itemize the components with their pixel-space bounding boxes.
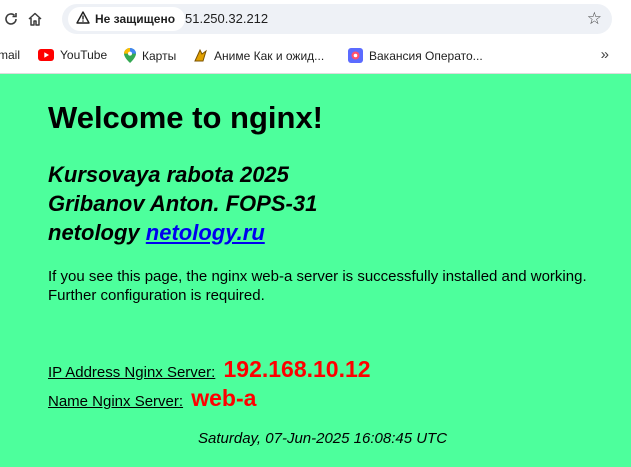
server-name-value: web-a bbox=[191, 385, 257, 411]
page-body: Welcome to nginx! Kursovaya rabota 2025 … bbox=[0, 74, 631, 467]
project-line-author: Gribanov Anton. FOPS-31 bbox=[48, 191, 318, 216]
ip-address-label: IP Address Nginx Server: bbox=[48, 364, 216, 381]
bookmark-label: Аниме Как и ожид... bbox=[214, 48, 325, 63]
project-line-course: Kursovaya rabota 2025 bbox=[48, 162, 289, 187]
bookmark-label: mail bbox=[0, 48, 21, 62]
bookmark-youtube[interactable]: YouTube bbox=[38, 48, 107, 62]
netology-link[interactable]: netology.ru bbox=[146, 220, 265, 245]
warning-icon bbox=[76, 11, 95, 27]
home-icon[interactable] bbox=[24, 8, 46, 30]
url-text[interactable]: 51.250.32.212 bbox=[185, 11, 268, 26]
browser-toolbar: Не защищено 51.250.32.212 ☆ bbox=[0, 0, 631, 38]
bookmark-vacancy[interactable]: Вакансия Операто... bbox=[348, 48, 483, 63]
maps-pin-icon bbox=[124, 48, 136, 63]
youtube-icon bbox=[38, 49, 54, 61]
bookmark-anime[interactable]: Аниме Как и ожид... bbox=[193, 48, 324, 63]
bookmark-star-icon[interactable]: ☆ bbox=[587, 9, 602, 29]
netology-text: netology bbox=[48, 220, 140, 245]
vacancy-site-icon bbox=[348, 48, 363, 63]
bookmark-mail[interactable]: mail bbox=[0, 48, 20, 62]
security-indicator[interactable]: Не защищено bbox=[68, 7, 186, 31]
server-datetime: Saturday, 07-Jun-2025 16:08:45 UTC bbox=[198, 430, 448, 447]
page-title: Welcome to nginx! bbox=[48, 100, 324, 135]
bookmarks-overflow-icon[interactable]: » bbox=[601, 46, 609, 63]
bookmark-maps[interactable]: Карты bbox=[124, 48, 176, 63]
anime-site-icon bbox=[193, 48, 208, 63]
bookmark-label: YouTube bbox=[60, 48, 108, 62]
project-info: Kursovaya rabota 2025 Gribanov Anton. FO… bbox=[48, 160, 317, 247]
bookmark-label: Вакансия Операто... bbox=[369, 48, 483, 63]
security-label: Не защищено bbox=[95, 12, 176, 26]
reload-icon[interactable] bbox=[0, 8, 22, 30]
ip-address-value: 192.168.10.12 bbox=[223, 356, 371, 382]
description-text: If you see this page, the nginx web-a se… bbox=[48, 268, 587, 304]
address-bar[interactable]: Не защищено 51.250.32.212 ☆ bbox=[62, 4, 612, 34]
bookmark-label: Карты bbox=[142, 48, 177, 63]
server-name-row: Name Nginx Server: web-a bbox=[48, 385, 256, 412]
server-name-label: Name Nginx Server: bbox=[48, 393, 184, 410]
ip-address-row: IP Address Nginx Server: 192.168.10.12 bbox=[48, 356, 371, 383]
bookmarks-bar: mail YouTube Карты Аниме Как и ожид... В… bbox=[0, 38, 631, 74]
project-line-netology: netology netology.ru bbox=[48, 218, 317, 247]
